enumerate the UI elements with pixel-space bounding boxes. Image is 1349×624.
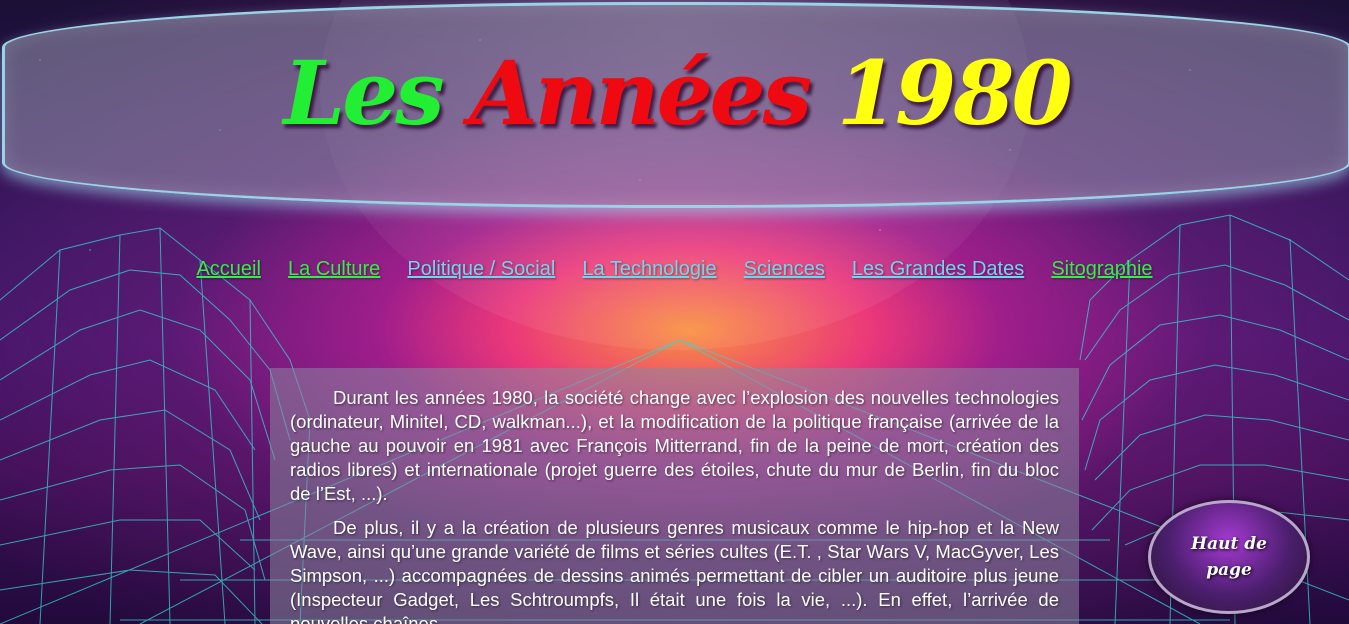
title-annees: Années [469, 41, 812, 145]
nav-link-culture[interactable]: La Culture [288, 258, 380, 280]
site-header: Les Années 1980 [2, 2, 1349, 208]
nav-link-accueil[interactable]: Accueil [196, 258, 260, 280]
intro-text-panel: Durant les années 1980, la société chang… [270, 368, 1079, 624]
site-title: Les Années 1980 [5, 49, 1348, 137]
back-to-top-label: Haut de page [1191, 534, 1267, 580]
nav-link-technologie[interactable]: La Technologie [582, 258, 716, 280]
main-navigation: Accueil La Culture Politique / Social La… [0, 258, 1349, 281]
nav-link-sitographie[interactable]: Sitographie [1051, 258, 1152, 280]
title-les: Les [283, 41, 444, 145]
nav-link-politique-social[interactable]: Politique / Social [407, 258, 555, 280]
title-1980: 1980 [836, 41, 1073, 145]
back-to-top-button[interactable]: Haut de page [1148, 500, 1310, 614]
nav-link-sciences[interactable]: Sciences [744, 258, 825, 280]
intro-paragraph-1: Durant les années 1980, la société chang… [290, 387, 1059, 504]
nav-link-grandes-dates[interactable]: Les Grandes Dates [852, 258, 1024, 280]
intro-paragraph-2: De plus, il y a la création de plusieurs… [290, 517, 1059, 624]
